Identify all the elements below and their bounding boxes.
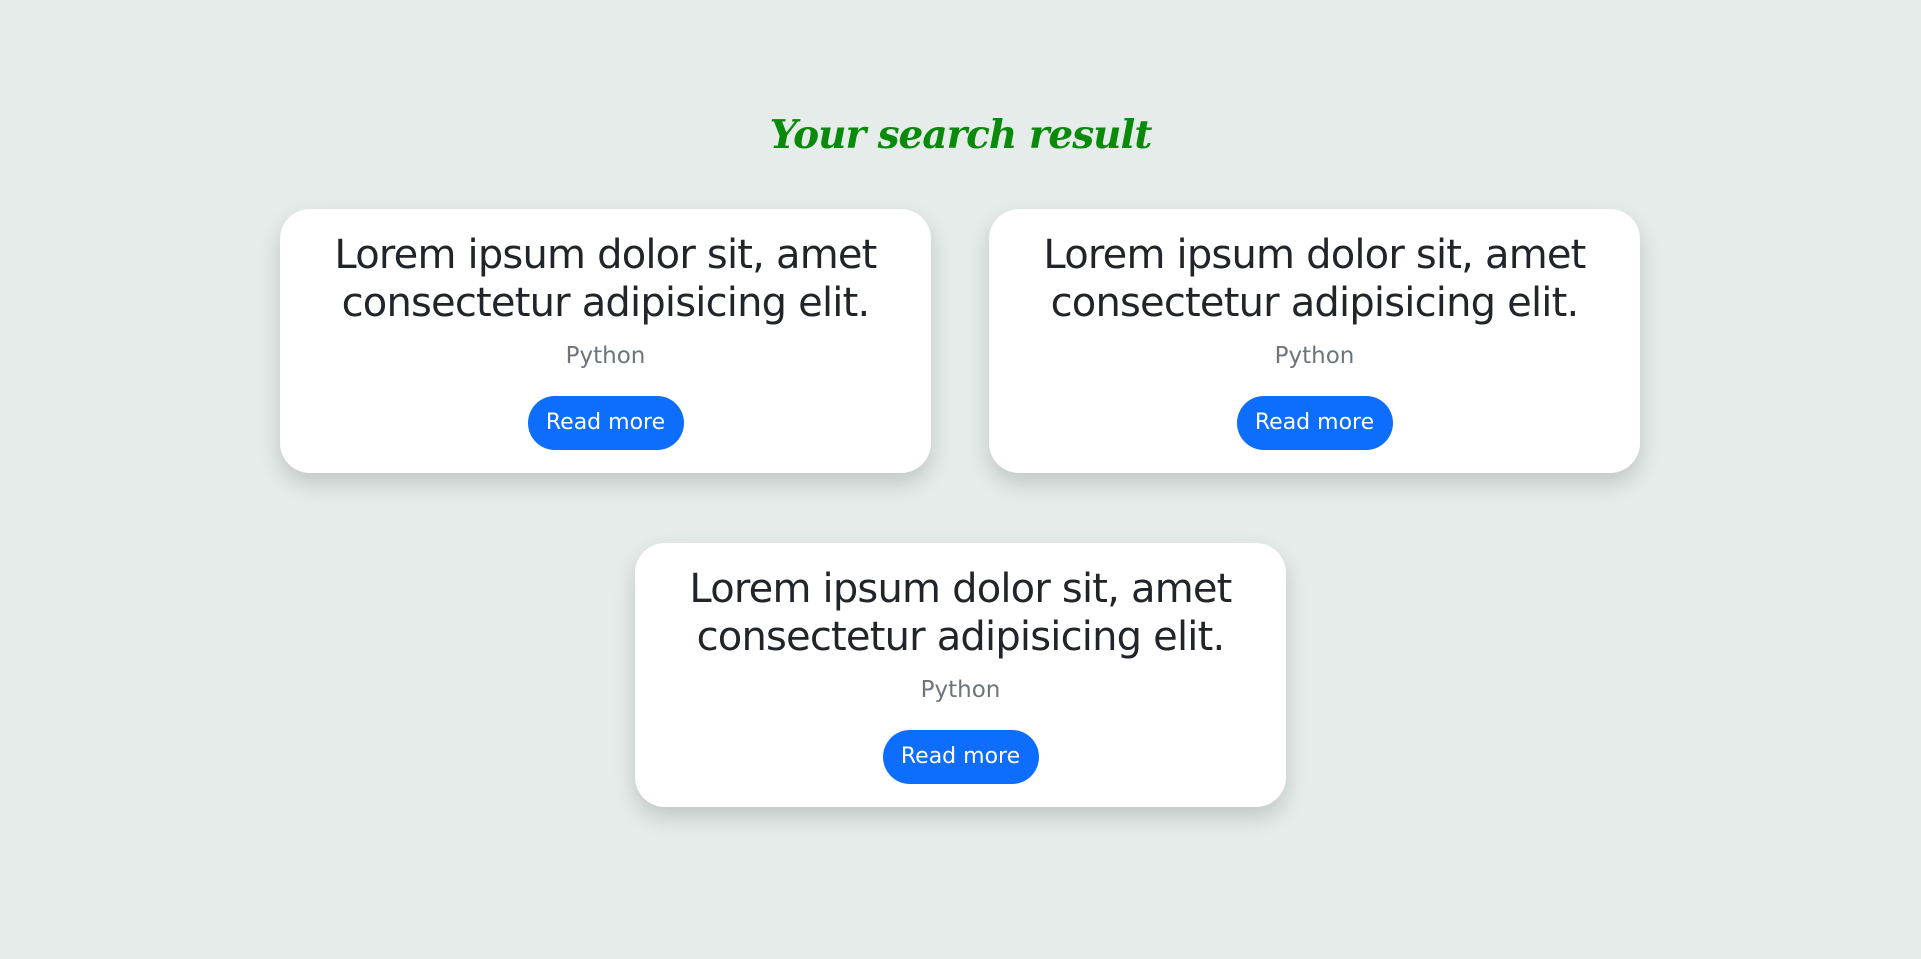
result-tag: Python bbox=[1274, 343, 1355, 369]
read-more-button[interactable]: Read more bbox=[1236, 396, 1393, 450]
result-tag: Python bbox=[565, 343, 646, 369]
result-title: Lorem ipsum dolor sit, amet consectetur … bbox=[334, 232, 877, 326]
search-results-page: Your search result Lorem ipsum dolor sit… bbox=[0, 0, 1921, 959]
result-card: Lorem ipsum dolor sit, amet consectetur … bbox=[989, 209, 1640, 473]
read-more-button[interactable]: Read more bbox=[527, 396, 684, 450]
result-title: Lorem ipsum dolor sit, amet consectetur … bbox=[689, 566, 1232, 660]
page-title: Your search result bbox=[769, 112, 1153, 158]
result-tag: Python bbox=[920, 677, 1001, 703]
result-card: Lorem ipsum dolor sit, amet consectetur … bbox=[635, 543, 1286, 807]
read-more-button[interactable]: Read more bbox=[882, 730, 1039, 784]
result-card: Lorem ipsum dolor sit, amet consectetur … bbox=[280, 209, 931, 473]
result-title: Lorem ipsum dolor sit, amet consectetur … bbox=[1043, 232, 1586, 326]
